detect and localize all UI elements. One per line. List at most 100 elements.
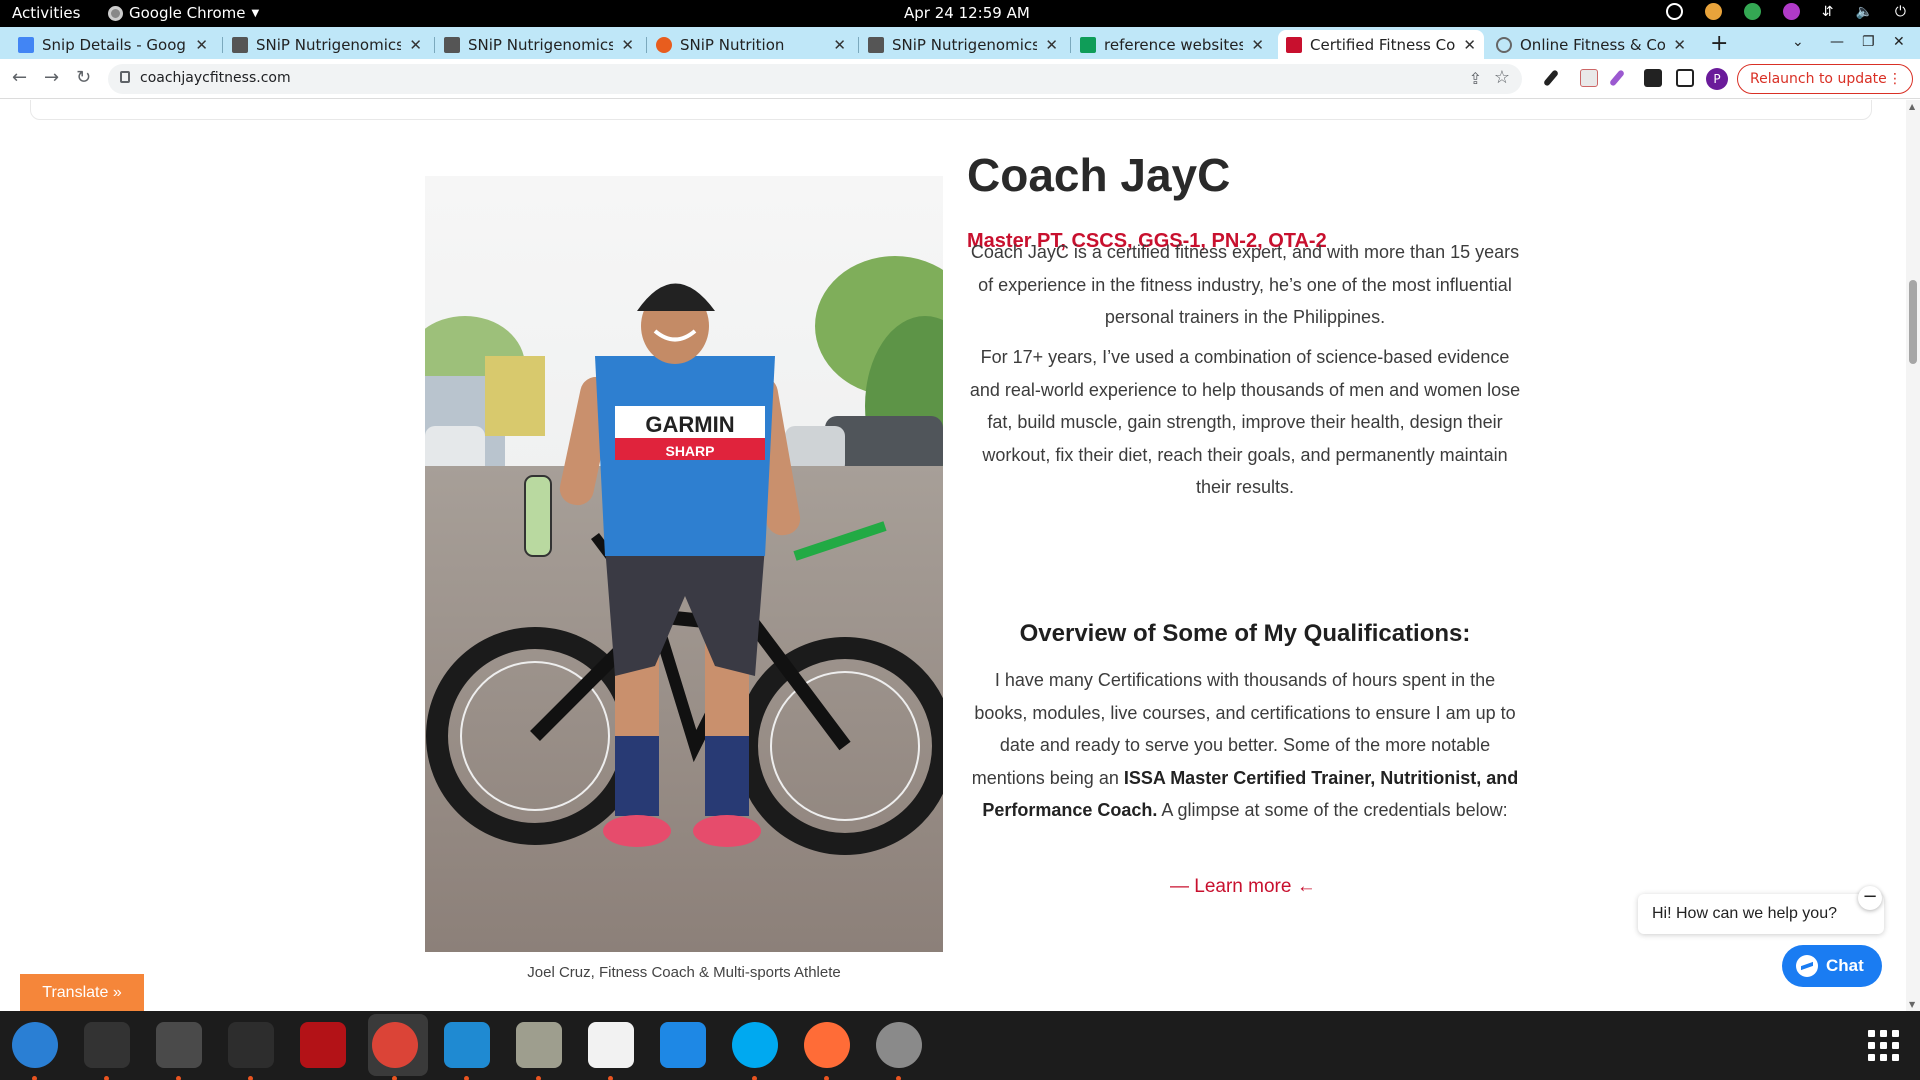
tray-app-icon[interactable] [1665,3,1683,20]
network-icon[interactable]: ⇵ [1822,4,1834,20]
close-icon[interactable]: ✕ [1673,36,1686,54]
system-top-bar: Activities Google Chrome ▼ Apr 24 12:59 … [0,0,1920,27]
tab-snip-nutrition[interactable]: SNiP Nutrition ✕ [648,30,854,59]
chat-minimize-button[interactable]: − [1858,886,1882,910]
pen-extension-icon[interactable] [1608,69,1626,87]
tab-snip-nutrigenomics-1[interactable]: SNiP Nutrigenomics A ✕ [224,30,430,59]
show-applications-icon[interactable] [1868,1030,1899,1061]
qualifications-paragraph: I have many Certifications with thousand… [971,670,1519,820]
chevron-down-icon: ▼ [251,7,260,19]
translate-button[interactable]: Translate » [20,974,144,1011]
page-title: Coach JayC [967,149,1231,201]
app-menu[interactable]: Google Chrome ▼ [108,4,259,22]
page-scrollbar[interactable]: ▲ ▼ [1906,100,1920,1011]
bookmark-star-icon[interactable]: ☆ [1494,67,1510,88]
qualifications-heading: Overview of Some of My Qualifications: [1019,620,1471,647]
browser-toolbar: ← → ↻ coachjaycfitness.com ⇪ ☆ P Relaunc… [0,59,1920,99]
postman-icon[interactable] [804,1022,850,1080]
restore-button[interactable]: ❐ [1862,34,1875,50]
coachjayc-icon [1286,36,1302,53]
side-panel-icon[interactable] [1676,69,1694,87]
site-header-card [30,100,1872,120]
snip-nutrition-icon [656,36,672,53]
close-window-button[interactable]: ✕ [1893,34,1905,50]
dock [0,1011,1920,1080]
close-icon[interactable]: ✕ [621,36,634,54]
chat-button-label: Chat [1826,956,1864,975]
activities-button[interactable]: Activities [12,4,80,22]
extensions-puzzle-icon[interactable] [1644,69,1662,87]
eyedropper-extension-icon[interactable] [1542,69,1560,87]
address-bar[interactable]: coachjaycfitness.com ⇪ ☆ [108,64,1522,94]
reload-button[interactable]: ↻ [76,67,91,88]
tab-snip-nutrigenomics-2[interactable]: SNiP Nutrigenomics A ✕ [436,30,642,59]
close-icon[interactable]: ✕ [195,36,208,54]
scrollbar-thumb[interactable] [1909,280,1917,364]
libreoffice-writer-icon[interactable] [660,1022,706,1068]
url-text[interactable]: coachjaycfitness.com [140,70,291,86]
jersey-logo-text: GARMIN [645,412,734,437]
snip-icon [444,36,460,53]
chrome-icon[interactable] [372,1022,418,1080]
text-editor-icon[interactable] [588,1022,634,1080]
more-menu-icon[interactable]: ⋮ [1888,65,1902,93]
relaunch-to-update-button[interactable]: Relaunch to update ⋮ [1737,64,1913,94]
filezilla-icon[interactable] [300,1022,346,1068]
jersey-sponsor-text: SHARP [665,443,714,459]
page-viewport: GARMIN SHARP Joel Cruz, Fitness Coach & … [0,100,1906,1011]
photo-caption: Joel Cruz, Fitness Coach & Multi-sports … [527,964,841,981]
forward-button[interactable]: → [44,67,59,88]
learn-more-link[interactable]: — Learn more ← [1170,876,1316,898]
chat-button[interactable]: Chat [1782,945,1882,987]
scroll-down-arrow-icon[interactable]: ▼ [1909,1000,1915,1009]
close-icon[interactable]: ✕ [833,36,846,54]
chrome-icon [108,5,123,21]
tab-online-fitness[interactable]: Online Fitness & Coac ✕ [1488,30,1694,59]
calculator-icon[interactable] [156,1022,202,1080]
skype-icon[interactable] [732,1022,778,1080]
globe-icon [1496,36,1512,53]
scroll-up-arrow-icon[interactable]: ▲ [1909,102,1915,111]
chrome-tray-icon[interactable] [1704,3,1722,20]
experience-paragraph: For 17+ years, I’ve used a combination o… [969,347,1521,497]
coach-photo: GARMIN SHARP [425,176,943,952]
system-monitor-icon[interactable] [228,1022,274,1080]
files-icon[interactable] [516,1022,562,1080]
back-button[interactable]: ← [12,67,27,88]
close-icon[interactable]: ✕ [1251,36,1264,54]
power-icon[interactable]: ⏻ [1895,4,1906,20]
check-tray-icon[interactable] [1743,3,1761,20]
minimize-button[interactable]: — [1830,34,1844,50]
close-icon[interactable]: ✕ [1045,36,1058,54]
snip-icon [232,36,248,53]
thunderbird-icon[interactable] [12,1022,58,1080]
share-icon[interactable]: ⇪ [1469,69,1482,88]
chat-greeting-bubble[interactable]: Hi! How can we help you? [1638,894,1884,934]
close-icon[interactable]: ✕ [1463,36,1476,54]
tab-snip-details[interactable]: Snip Details - Google ✕ [10,30,216,59]
close-icon[interactable]: ✕ [409,36,422,54]
lock-icon[interactable] [120,71,130,83]
clock[interactable]: Apr 24 12:59 AM [904,4,1030,22]
terminal-icon[interactable] [84,1022,130,1080]
app-menu-label: Google Chrome [129,4,246,22]
tab-strip: Snip Details - Google ✕ SNiP Nutrigenomi… [0,27,1920,59]
tab-certified-fitness-coach[interactable]: Certified Fitness Coac ✕ [1278,30,1484,59]
sheets-icon [1080,36,1096,53]
coach-photo-image: GARMIN SHARP [425,176,943,952]
tab-reference-websites[interactable]: reference websites - G ✕ [1072,30,1272,59]
messenger-icon [1796,955,1818,977]
snip-icon [868,36,884,53]
docs-icon [18,36,34,53]
profile-avatar[interactable]: P [1706,68,1728,90]
vscode-icon[interactable] [444,1022,490,1080]
new-tab-button[interactable]: + [1710,31,1728,56]
system-tray: ⇵ 🔈 ⏻ [1665,3,1906,20]
tab-snip-nutrigenomics-3[interactable]: SNiP Nutrigenomics A ✕ [860,30,1066,59]
tab-search-chevron-icon[interactable]: ⌄ [1792,34,1804,50]
disk-icon[interactable] [876,1022,922,1080]
intro-paragraph: Coach JayC is a certified fitness expert… [970,242,1520,327]
calendar-extension-icon[interactable] [1580,69,1598,87]
volume-icon[interactable]: 🔈 [1855,4,1872,20]
color-tray-icon[interactable] [1782,3,1800,20]
